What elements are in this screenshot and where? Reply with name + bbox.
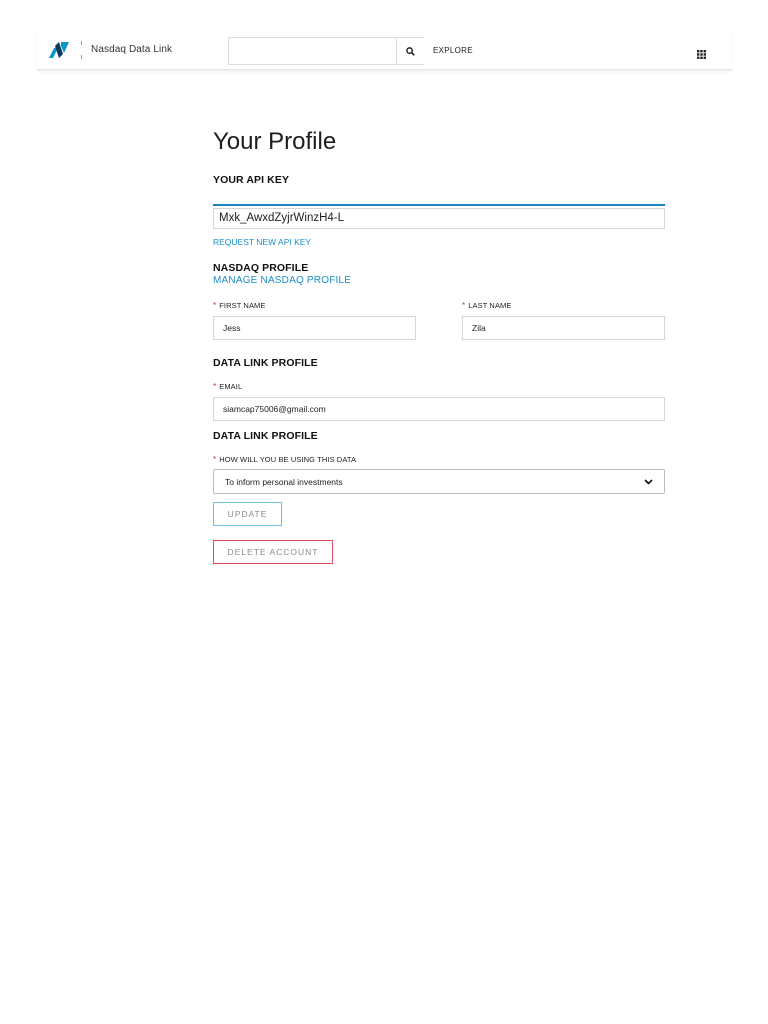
api-key-field[interactable]: Mxk_AwxdZyjrWinzH4-L <box>213 208 665 229</box>
brand-name[interactable]: Nasdaq Data Link <box>91 44 172 55</box>
page-title: Your Profile <box>213 128 337 155</box>
data-link-profile-heading-2: DATA LINK PROFILE <box>213 430 318 442</box>
search-input[interactable] <box>228 37 397 65</box>
required-marker: * <box>213 301 217 310</box>
required-marker: * <box>213 382 217 391</box>
required-marker: * <box>213 455 217 464</box>
data-link-profile-heading: DATA LINK PROFILE <box>213 357 318 369</box>
nasdaq-logo-icon[interactable] <box>47 40 71 60</box>
first-name-label: * FIRST NAME <box>213 301 266 310</box>
usage-select[interactable]: To inform personal investments <box>213 469 665 494</box>
top-header: Nasdaq Data Link EXPLORE <box>37 32 732 70</box>
nasdaq-profile-heading: NASDAQ PROFILE <box>213 262 309 274</box>
last-name-label: * LAST NAME <box>462 301 512 310</box>
usage-label: * HOW WILL YOU BE USING THIS DATA <box>213 455 357 464</box>
search-button[interactable] <box>397 37 424 65</box>
explore-link[interactable]: EXPLORE <box>433 46 473 55</box>
first-name-field[interactable]: Jess <box>213 316 416 340</box>
usage-selected-value: To inform personal investments <box>225 476 343 487</box>
update-button[interactable]: UPDATE <box>213 502 282 526</box>
grid-icon[interactable] <box>697 46 706 59</box>
request-new-api-key-link[interactable]: REQUEST NEW API KEY <box>213 237 311 247</box>
email-label: * EMAIL <box>213 382 243 391</box>
api-key-accent-bar <box>213 204 665 206</box>
search-icon <box>406 46 415 56</box>
api-key-heading: YOUR API KEY <box>213 174 290 186</box>
required-marker: * <box>462 301 466 310</box>
last-name-field[interactable]: Zila <box>462 316 665 340</box>
delete-account-button[interactable]: DELETE ACCOUNT <box>213 540 333 564</box>
chevron-down-icon <box>644 478 653 485</box>
manage-nasdaq-profile-link[interactable]: MANAGE NASDAQ PROFILE <box>213 275 351 286</box>
email-field[interactable]: siamcap75006@gmail.com <box>213 397 665 421</box>
header-divider <box>81 41 83 61</box>
